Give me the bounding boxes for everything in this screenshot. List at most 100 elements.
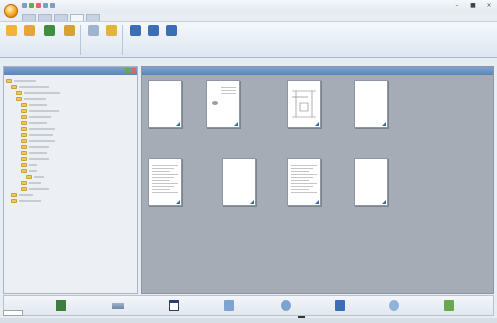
diagram-drawing bbox=[292, 90, 316, 118]
page-thumbnail[interactable] bbox=[354, 158, 388, 206]
text-line bbox=[152, 186, 174, 187]
thumbnail-grid bbox=[142, 76, 493, 293]
maximize-icon[interactable]: ■ bbox=[469, 2, 477, 9]
folder-icon bbox=[16, 97, 22, 101]
folder-label bbox=[29, 134, 53, 136]
text-line bbox=[221, 87, 236, 88]
folder-label bbox=[29, 164, 37, 166]
ribbon-button-3[interactable] bbox=[42, 25, 57, 48]
page-thumbnail[interactable] bbox=[148, 158, 182, 206]
page-corner-icon bbox=[176, 122, 180, 126]
application-window: – ■ × bbox=[0, 0, 497, 323]
ribbon-button-4[interactable] bbox=[62, 25, 77, 48]
folder-label bbox=[29, 170, 37, 172]
ribbon-button-5[interactable] bbox=[86, 25, 101, 48]
page-corner-icon bbox=[315, 200, 319, 204]
app-icon[interactable] bbox=[444, 300, 454, 311]
pages-icon bbox=[148, 25, 159, 36]
text-line bbox=[152, 189, 170, 190]
bottom-toolbar bbox=[3, 295, 494, 316]
ribbon-tabs bbox=[22, 14, 100, 21]
folder-icon bbox=[6, 79, 12, 83]
undo-icon[interactable] bbox=[29, 3, 34, 8]
web-icon[interactable] bbox=[389, 300, 399, 311]
page-thumbnail[interactable] bbox=[287, 158, 321, 206]
close-icon[interactable] bbox=[131, 68, 136, 73]
tab-4-active[interactable] bbox=[70, 14, 84, 21]
page-corner-icon bbox=[250, 200, 254, 204]
scan-to-image-icon[interactable] bbox=[56, 300, 66, 311]
page-thumbnail[interactable] bbox=[148, 80, 182, 128]
folder-icon bbox=[21, 127, 27, 131]
ribbon-button-8[interactable] bbox=[146, 25, 161, 48]
ribbon-group-separator bbox=[122, 25, 123, 55]
thumbnails-panel bbox=[141, 66, 494, 294]
text-line bbox=[291, 180, 309, 181]
page-corner-icon bbox=[382, 122, 386, 126]
folder-label bbox=[24, 92, 60, 94]
page-thumbnail[interactable] bbox=[354, 80, 388, 128]
folder-icon bbox=[11, 193, 17, 197]
minimize-icon[interactable]: – bbox=[453, 2, 461, 9]
folder-icon bbox=[21, 187, 27, 191]
folder-label bbox=[29, 122, 47, 124]
view-icon bbox=[130, 25, 141, 36]
tab-2[interactable] bbox=[38, 14, 52, 21]
copy-icon bbox=[88, 25, 99, 36]
panel-tab[interactable] bbox=[3, 310, 23, 316]
text-line bbox=[291, 189, 309, 190]
ribbon-button-2[interactable] bbox=[22, 25, 37, 48]
folder-label bbox=[19, 200, 41, 202]
ribbon-button-6[interactable] bbox=[104, 25, 119, 48]
folder-label bbox=[34, 176, 44, 178]
page-thumbnail[interactable] bbox=[206, 80, 240, 128]
folder-icon bbox=[24, 25, 35, 36]
dropdown-icon[interactable] bbox=[50, 3, 55, 8]
share-icon[interactable] bbox=[335, 300, 345, 311]
file-icon[interactable] bbox=[224, 300, 234, 311]
save-icon[interactable] bbox=[22, 3, 27, 8]
folder-tree bbox=[4, 75, 137, 210]
folder-label bbox=[29, 140, 55, 142]
text-line bbox=[152, 165, 178, 166]
ribbon bbox=[0, 21, 497, 58]
page-thumbnail[interactable] bbox=[287, 80, 321, 128]
page-corner-icon bbox=[382, 200, 386, 204]
text-line bbox=[291, 177, 313, 178]
tab-3[interactable] bbox=[54, 14, 68, 21]
text-line bbox=[221, 93, 236, 94]
folders-panel-header bbox=[4, 67, 137, 75]
tab-5[interactable] bbox=[86, 14, 100, 21]
ribbon-button-1[interactable] bbox=[4, 25, 19, 48]
text-line bbox=[152, 177, 174, 178]
text-line bbox=[221, 90, 236, 91]
application-menu-button[interactable] bbox=[4, 4, 18, 18]
page-thumbnail[interactable] bbox=[222, 158, 256, 206]
quick-access-toolbar bbox=[22, 3, 55, 9]
ribbon-button-9[interactable] bbox=[164, 25, 179, 48]
print-icon[interactable] bbox=[43, 3, 48, 8]
status-bar bbox=[0, 318, 497, 323]
ribbon-button-7[interactable] bbox=[128, 25, 143, 48]
folder-label bbox=[29, 116, 51, 118]
folder-icon bbox=[21, 115, 27, 119]
folder-label bbox=[29, 158, 49, 160]
text-line bbox=[152, 168, 174, 169]
folder-icon bbox=[21, 133, 27, 137]
folder-label bbox=[19, 194, 33, 196]
folder-tree-item[interactable] bbox=[4, 204, 137, 210]
text-line bbox=[152, 183, 178, 184]
text-line bbox=[291, 186, 313, 187]
folder-icon bbox=[26, 175, 32, 179]
close-icon[interactable]: × bbox=[485, 2, 493, 9]
print-icon[interactable] bbox=[281, 300, 291, 311]
tab-1[interactable] bbox=[22, 14, 36, 21]
folder-label bbox=[24, 98, 46, 100]
folder-icon bbox=[11, 85, 17, 89]
text-line bbox=[152, 180, 170, 181]
pin-icon[interactable] bbox=[125, 68, 130, 73]
email-icon[interactable] bbox=[112, 303, 124, 309]
page-corner-icon bbox=[176, 200, 180, 204]
ocr-icon[interactable] bbox=[169, 300, 179, 311]
redo-icon[interactable] bbox=[36, 3, 41, 8]
